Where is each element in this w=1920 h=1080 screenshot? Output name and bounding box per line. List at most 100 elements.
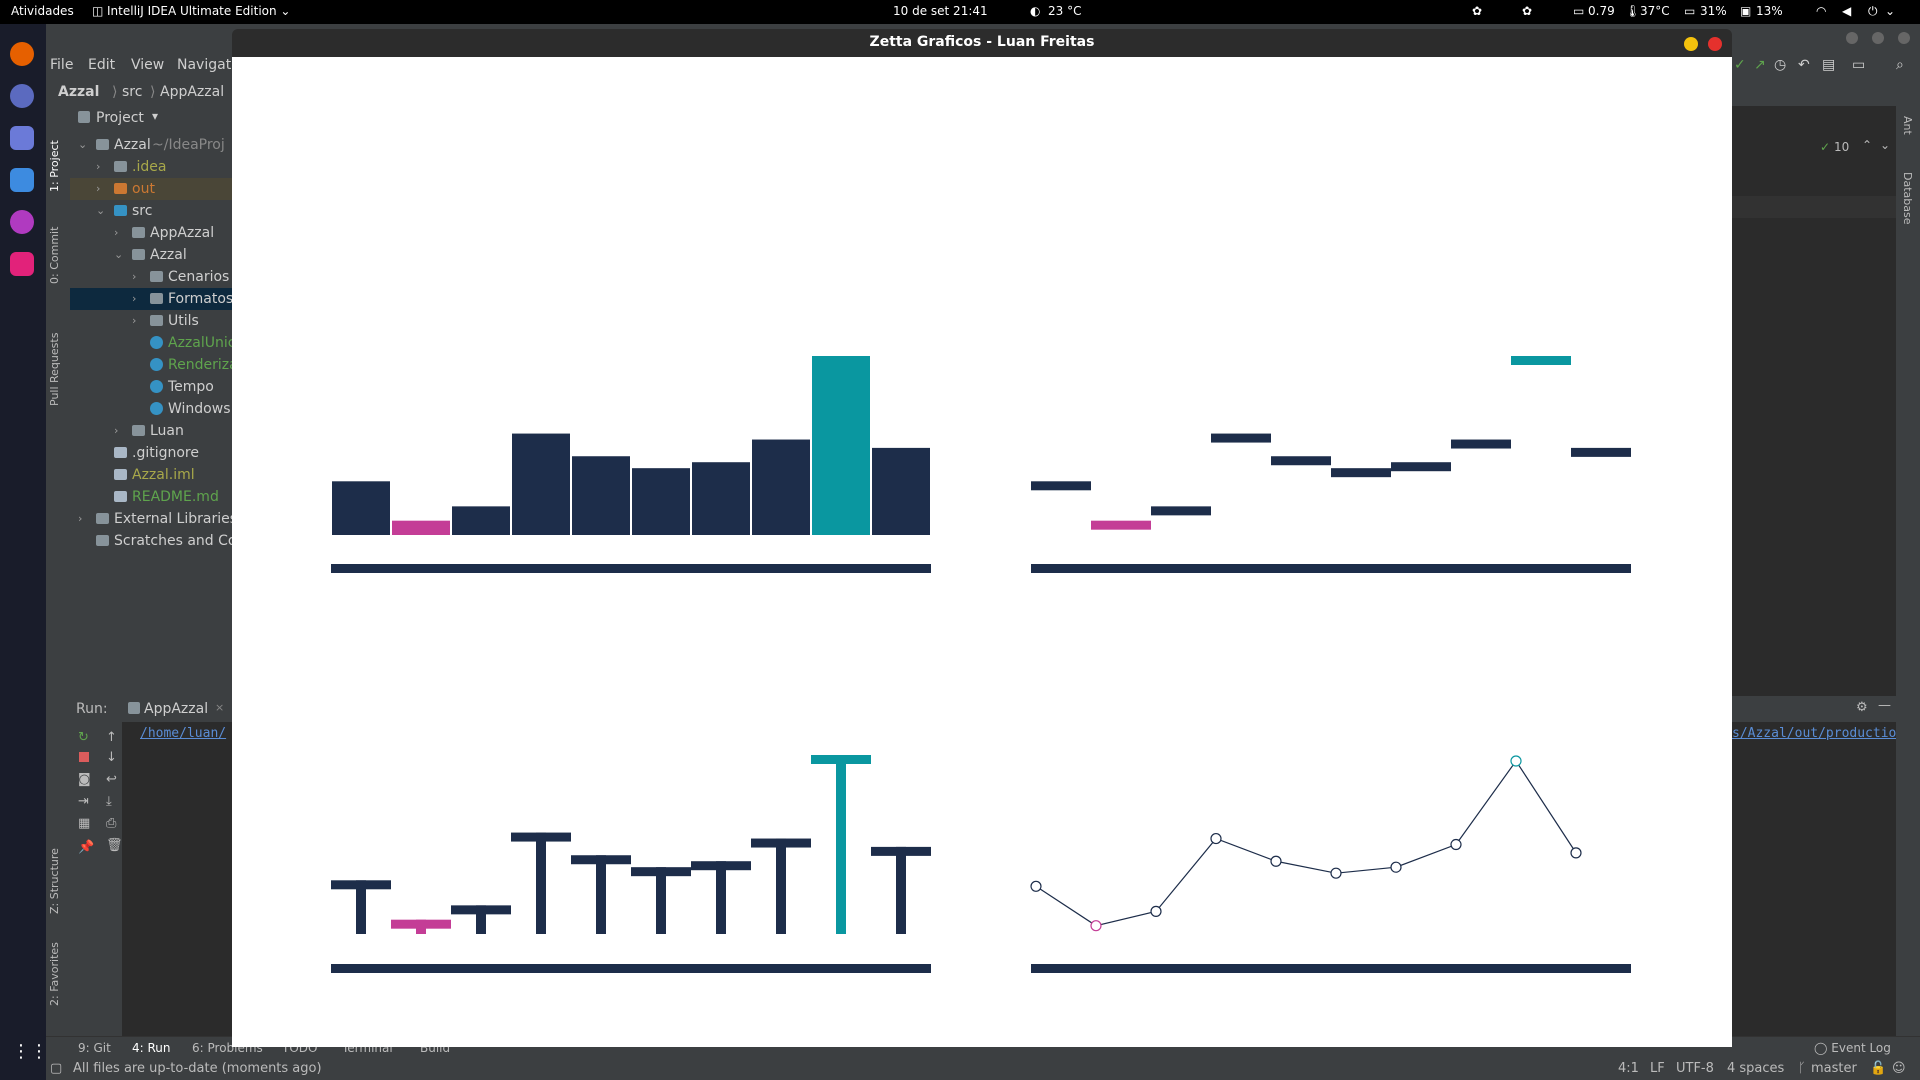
tree-item[interactable]: › Luan [70,420,232,442]
indent-setting[interactable]: 4 spaces [1727,1061,1784,1076]
soft-wrap-icon[interactable]: ↩ [106,772,117,787]
run-tab-appazzal[interactable]: AppAzzal [144,701,208,717]
chevron-right-icon[interactable]: › [96,156,100,178]
close-tab-icon[interactable]: × [215,701,224,714]
status-message[interactable]: All files are up-to-date (moments ago) [73,1061,322,1076]
tab-project[interactable]: 1: Project [48,140,61,192]
status-panel-toggle-icon[interactable]: ▢ [50,1061,62,1076]
chevron-down-icon[interactable]: ⌄ [78,134,87,156]
tab-database[interactable]: Database [1901,172,1914,225]
commit-check-icon[interactable]: ✓ [1734,57,1746,73]
stop-icon[interactable] [79,752,89,762]
tree-item[interactable]: README.md [70,486,232,508]
close-button[interactable] [1708,37,1722,51]
weather-temp[interactable]: 23 °C [1048,4,1081,18]
wifi-icon[interactable]: ◠ [1816,4,1826,18]
tree-item[interactable]: › Formatos [70,288,233,310]
breadcrumb-project[interactable]: Azzal [58,84,99,100]
chevron-right-icon[interactable]: › [132,288,136,310]
event-log-button[interactable]: ◯ Event Log [1814,1041,1891,1055]
tree-item[interactable]: › Cenarios [70,266,232,288]
exit-icon[interactable]: ⇥ [78,794,89,809]
tree-item[interactable]: ⌄ Azzal ~/IdeaProj [70,134,232,156]
zetta-window-titlebar[interactable]: Zetta Graficos - Luan Freitas [232,29,1732,57]
tree-item[interactable]: Tempo [70,376,232,398]
tree-item[interactable]: .gitignore [70,442,232,464]
show-apps-grid-icon[interactable]: ⋮⋮⋮ [12,1042,66,1062]
gear-icon[interactable]: ⚙ [1856,700,1868,715]
tree-item[interactable]: Windows [70,398,232,420]
activities-button[interactable]: Atividades [11,4,74,18]
rollback-icon[interactable]: ↶ [1798,57,1810,73]
hide-panel-icon[interactable]: — [1878,698,1891,713]
menu-navigate[interactable]: Navigat [177,57,231,73]
layout-icon[interactable]: ▭ [1852,57,1865,73]
layout-icon[interactable]: ▦ [78,816,90,831]
tree-item[interactable]: ⌄ src [70,200,232,222]
tree-item[interactable]: › AppAzzal [70,222,232,244]
tab-git[interactable]: 9: Git [78,1041,111,1055]
scroll-to-end-icon[interactable]: ⤓ [106,794,112,809]
camera-icon[interactable]: ◙ [78,772,91,787]
chevron-right-icon[interactable]: › [132,310,136,332]
editor-area[interactable]: ✓ 10 ⌃ ⌄ [1732,106,1896,696]
music-player-icon[interactable] [10,210,34,234]
rerun-icon[interactable]: ↻ [78,730,89,745]
minimize-icon[interactable] [1846,32,1858,44]
menu-file[interactable]: File [50,57,73,73]
tree-item[interactable]: › .idea [70,156,232,178]
chevron-down-icon[interactable]: ⌄ [96,200,105,222]
maximize-icon[interactable] [1872,32,1884,44]
git-branch[interactable]: master [1811,1061,1857,1076]
network-indicator-icon[interactable]: ✿ [1472,4,1482,18]
notifications-icon[interactable]: ☺ [1892,1061,1906,1076]
tree-item[interactable]: AzzalUnic [70,332,235,354]
power-menu-chevron-icon[interactable]: ⌄ [1885,4,1895,18]
search-icon[interactable]: ⌕ [1896,57,1904,73]
chevron-right-icon[interactable]: › [114,222,118,244]
chevron-up-icon[interactable]: ⌃ [1862,138,1872,152]
inspection-counter[interactable]: 10 [1834,140,1849,154]
menu-edit[interactable]: Edit [88,57,115,73]
thunderbird-icon[interactable] [10,84,34,108]
tab-structure[interactable]: Z: Structure [48,848,61,914]
tree-item[interactable]: Azzal.iml [70,464,232,486]
line-separator[interactable]: LF [1650,1061,1665,1076]
chevron-right-icon[interactable]: › [78,508,82,530]
tree-item[interactable]: › External Libraries [70,508,237,530]
volume-icon[interactable]: ◀ [1842,4,1851,18]
print-icon[interactable]: ⎙ [106,816,116,831]
tree-item[interactable]: Scratches and Co [70,530,236,552]
tab-run[interactable]: 4: Run [132,1041,171,1055]
tab-commit[interactable]: 0: Commit [48,227,61,284]
tree-item[interactable]: ⌄ Azzal [70,244,232,266]
extension-indicator-icon[interactable]: ✿ [1522,4,1532,18]
console-path-link-right[interactable]: s/Azzal/out/productio [1732,726,1896,741]
scroll-up-icon[interactable]: ↑ [106,730,117,745]
tree-item[interactable]: › out [70,178,232,200]
tab-ant[interactable]: Ant [1901,116,1914,135]
project-structure-icon[interactable]: ▤ [1822,57,1835,73]
file-encoding[interactable]: UTF-8 [1676,1061,1714,1076]
docs-icon[interactable] [10,168,34,192]
tree-item[interactable]: › Utils [70,310,232,332]
lock-icon[interactable]: 🔓 [1870,1061,1886,1076]
discord-icon[interactable] [10,126,34,150]
tab-favorites[interactable]: 2: Favorites [48,942,61,1006]
caret-position[interactable]: 4:1 [1618,1061,1639,1076]
history-icon[interactable]: ◷ [1774,57,1786,73]
tree-item[interactable]: Renderiza [70,354,238,376]
tab-pull-requests[interactable]: Pull Requests [48,333,61,406]
intellij-icon[interactable] [10,252,34,276]
chevron-down-icon[interactable]: ⌄ [1880,138,1890,152]
console-path-link[interactable]: /home/luan/ [140,726,226,741]
minimize-button[interactable] [1684,37,1698,51]
chevron-right-icon[interactable]: › [114,420,118,442]
push-arrow-icon[interactable]: ↗ [1754,57,1766,73]
trash-icon[interactable]: 🗑 [106,838,123,853]
menu-view[interactable]: View [131,57,164,73]
breadcrumb-file[interactable]: AppAzzal [160,84,224,100]
firefox-icon[interactable] [10,42,34,66]
chevron-down-icon[interactable]: ▾ [152,109,158,123]
power-icon[interactable]: ⏻ [1868,4,1878,19]
